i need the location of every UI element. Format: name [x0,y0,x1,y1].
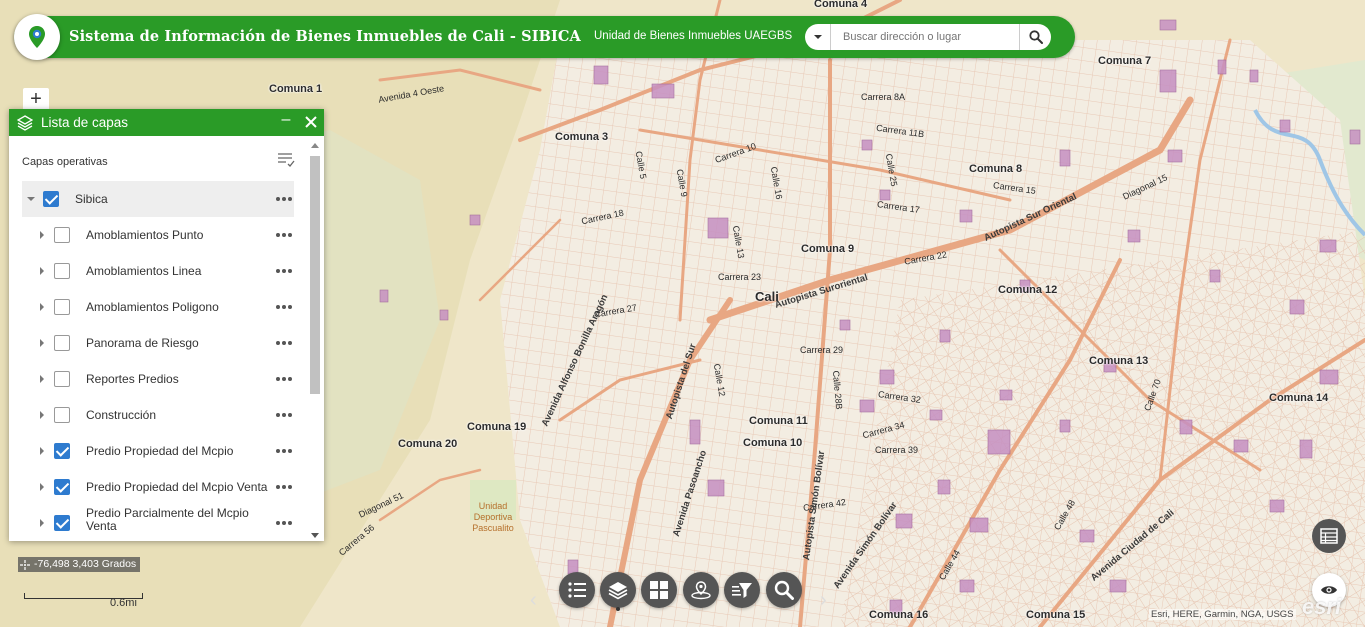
search-input[interactable] [831,25,1019,49]
layer-checkbox[interactable] [54,263,70,279]
layer-item[interactable]: Predio Propiedad del Mcpio [22,433,294,469]
layers-icon [17,115,33,131]
toolbar-prev-button[interactable]: ‹ [530,590,544,614]
location-icon [691,581,711,600]
layer-item[interactable]: Reportes Predios [22,361,294,397]
layer-options-icon[interactable] [277,152,295,168]
layer-item[interactable]: Panorama de Riesgo [22,325,294,361]
close-icon [305,116,317,128]
layer-checkbox[interactable] [54,227,70,243]
layer-item[interactable]: Amoblamientos Linea [22,253,294,289]
search-tool-button[interactable] [766,572,802,608]
more-options-icon[interactable] [276,269,292,273]
expand-arrow-icon[interactable] [40,339,44,347]
filter-button[interactable] [724,572,760,608]
search-source-dropdown[interactable] [805,24,831,50]
table-icon [1320,528,1338,544]
layer-label: Amoblamientos Punto [86,228,204,242]
layer-checkbox[interactable] [54,515,70,531]
panel-title: Lista de capas [41,115,129,130]
more-options-icon[interactable] [276,449,292,453]
crosshair-icon [20,559,30,570]
my-location-button[interactable] [683,572,719,608]
layer-item[interactable]: Predio Parcialmente del Mcpio Venta [22,505,294,541]
scroll-thumb[interactable] [310,156,320,394]
more-options-icon[interactable] [276,197,292,201]
layer-checkbox[interactable] [54,335,70,351]
layer-label: Amoblamientos Linea [86,264,202,278]
caret-down-icon [813,35,822,39]
more-options-icon[interactable] [276,521,292,525]
panel-body: Capas operativas Sibica Amoblamientos Pu… [9,136,324,541]
layer-item-sibica[interactable]: Sibica [22,181,294,217]
collapse-arrow-icon[interactable] [27,197,35,201]
scale-label: 0.6mi [110,597,137,609]
layer-label: Predio Parcialmente del Mcpio Venta [86,506,249,533]
layer-item[interactable]: Predio Propiedad del Mcpio Venta [22,469,294,505]
coordinates-text: -76,498 3,403 Grados [34,558,137,570]
expand-arrow-icon[interactable] [40,231,44,239]
more-options-icon[interactable] [276,305,292,309]
search-box [805,24,1051,50]
expand-arrow-icon[interactable] [40,375,44,383]
layer-item[interactable]: Construcción [22,397,294,433]
app-subtitle: Unidad de Bienes Inmuebles UAEGBS [594,30,793,42]
layer-checkbox[interactable] [54,371,70,387]
app-title: Sistema de Información de Bienes Inmuebl… [69,28,581,45]
basemap-gallery-button[interactable] [641,572,677,608]
basemap-grid-icon [650,581,668,599]
panel-header: Lista de capas – [9,109,324,136]
legend-button[interactable] [559,572,595,608]
more-options-icon[interactable] [276,233,292,237]
layer-label: Construcción [86,408,157,422]
layer-checkbox[interactable] [54,479,70,495]
minimize-button[interactable]: – [278,111,294,133]
layer-label: Reportes Predios [86,372,179,386]
expand-arrow-icon[interactable] [40,267,44,275]
layer-item[interactable]: Amoblamientos Poligono [22,289,294,325]
layer-label: Predio Propiedad del Mcpio [86,444,234,458]
active-indicator [616,607,620,611]
scroll-up-icon[interactable] [311,143,319,148]
list-icon [568,582,586,598]
operational-layers-label: Capas operativas [22,156,108,168]
layers-icon [608,582,628,600]
expand-arrow-icon[interactable] [40,519,44,527]
layer-label: Amoblamientos Poligono [86,300,219,314]
layer-list-button[interactable] [600,572,636,608]
layer-checkbox[interactable] [54,299,70,315]
coordinates-readout[interactable]: -76,498 3,403 Grados [18,557,141,572]
search-button[interactable] [1019,24,1051,50]
esri-logo: esri [1302,594,1342,619]
layer-list-panel: Lista de capas – Capas operativas Sibica… [9,109,324,541]
search-icon [774,580,794,600]
more-options-icon[interactable] [276,485,292,489]
more-options-icon[interactable] [276,377,292,381]
map-attribution[interactable]: Esri, HERE, Garmin, NGA, USGS [1149,609,1296,620]
more-options-icon[interactable] [276,341,292,345]
expand-arrow-icon[interactable] [40,447,44,455]
toolbar-next-button[interactable]: › [820,590,834,614]
layer-checkbox[interactable] [54,407,70,423]
layer-item[interactable]: Amoblamientos Punto [22,217,294,253]
app-header: Sistema de Información de Bienes Inmuebl… [14,14,1075,60]
layer-checkbox[interactable] [43,191,59,207]
close-button[interactable] [302,111,320,133]
expand-arrow-icon[interactable] [40,411,44,419]
more-options-icon[interactable] [276,413,292,417]
expand-arrow-icon[interactable] [40,483,44,491]
filter-icon [732,583,752,598]
map-pin-icon [24,24,50,50]
expand-arrow-icon[interactable] [40,303,44,311]
attribute-table-button[interactable] [1312,519,1346,553]
search-icon [1028,30,1043,44]
layer-label: Predio Propiedad del Mcpio Venta [86,480,268,494]
app-logo[interactable] [14,14,60,60]
scroll-down-icon[interactable] [311,533,319,538]
layer-checkbox[interactable] [54,443,70,459]
layer-label: Sibica [75,192,108,206]
panel-scrollbar[interactable] [308,140,322,540]
layer-label: Panorama de Riesgo [86,336,199,350]
